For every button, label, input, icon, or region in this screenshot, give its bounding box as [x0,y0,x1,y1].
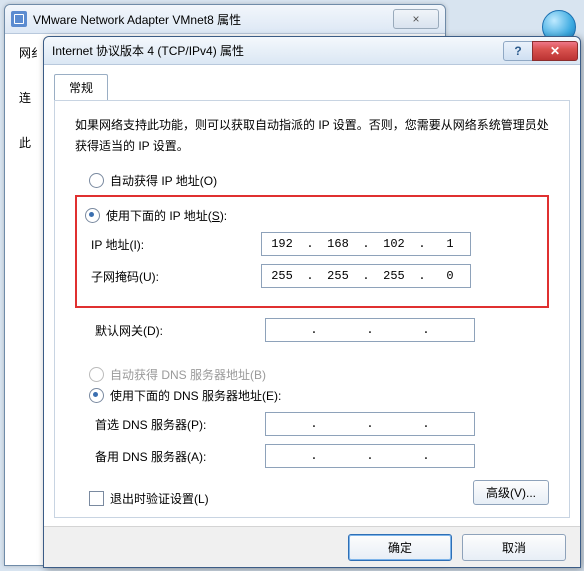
radio-manual-dns-label: 使用下面的 DNS 服务器地址(E): [110,387,281,404]
adapter-icon [11,11,27,27]
field-gateway: 默认网关(D): . . . [95,318,549,342]
radio-auto-dns-label: 自动获得 DNS 服务器地址(B) [110,366,266,383]
radio-auto-ip[interactable] [89,173,104,188]
back-titlebar[interactable]: VMware Network Adapter VMnet8 属性 × [5,5,445,34]
advanced-button[interactable]: 高级(V)... [473,480,549,505]
back-window-title: VMware Network Adapter VMnet8 属性 [33,11,393,28]
dns2-input[interactable]: . . . [265,444,475,468]
cancel-button[interactable]: 取消 [462,534,566,561]
mask-input[interactable]: 255. 255. 255. 0 [261,264,471,288]
radio-auto-dns [89,367,104,382]
radio-manual-ip-row[interactable]: 使用下面的 IP 地址(S): [85,207,539,224]
close-button[interactable]: ✕ [532,41,578,61]
tab-panel-general: 如果网络支持此功能，则可以获取自动指派的 IP 设置。否则，您需要从网络系统管理… [54,100,570,518]
gateway-label: 默认网关(D): [95,322,265,339]
ok-button[interactable]: 确定 [348,534,452,561]
radio-manual-ip-label: 使用下面的 IP 地址(S): [106,207,227,224]
ip-input[interactable]: 192. 168. 102. 1 [261,232,471,256]
gateway-input[interactable]: . . . [265,318,475,342]
dns1-label: 首选 DNS 服务器(P): [95,416,265,433]
field-mask: 子网掩码(U): 255. 255. 255. 0 [91,264,539,288]
ipv4-properties-window: Internet 协议版本 4 (TCP/IPv4) 属性 ? ✕ 常规 如果网… [43,36,581,568]
tab-general[interactable]: 常规 [54,74,108,101]
tabstrip: 常规 [44,65,580,100]
radio-auto-ip-row[interactable]: 自动获得 IP 地址(O) [89,172,549,189]
window-title: Internet 协议版本 4 (TCP/IPv4) 属性 [52,42,503,59]
radio-auto-dns-row: 自动获得 DNS 服务器地址(B) [89,366,549,383]
dialog-button-bar: 确定 取消 [44,526,580,567]
field-ip: IP 地址(I): 192. 168. 102. 1 [91,232,539,256]
radio-manual-dns-row[interactable]: 使用下面的 DNS 服务器地址(E): [89,387,549,404]
validate-on-exit-label: 退出时验证设置(L) [110,490,209,507]
field-dns2: 备用 DNS 服务器(A): . . . [95,444,549,468]
field-dns1: 首选 DNS 服务器(P): . . . [95,412,549,436]
validate-on-exit-checkbox[interactable] [89,491,104,506]
dns1-input[interactable]: . . . [265,412,475,436]
ip-label: IP 地址(I): [91,236,261,253]
radio-manual-dns[interactable] [89,388,104,403]
radio-manual-ip[interactable] [85,208,100,223]
mask-label: 子网掩码(U): [91,268,261,285]
help-button[interactable]: ? [503,41,533,61]
back-close-button[interactable]: × [393,9,439,29]
dns2-label: 备用 DNS 服务器(A): [95,448,265,465]
titlebar[interactable]: Internet 协议版本 4 (TCP/IPv4) 属性 ? ✕ [44,37,580,65]
highlight-box: 使用下面的 IP 地址(S): IP 地址(I): 192. 168. 102.… [75,195,549,308]
radio-auto-ip-label: 自动获得 IP 地址(O) [110,172,217,189]
intro-text: 如果网络支持此功能，则可以获取自动指派的 IP 设置。否则，您需要从网络系统管理… [75,115,549,156]
